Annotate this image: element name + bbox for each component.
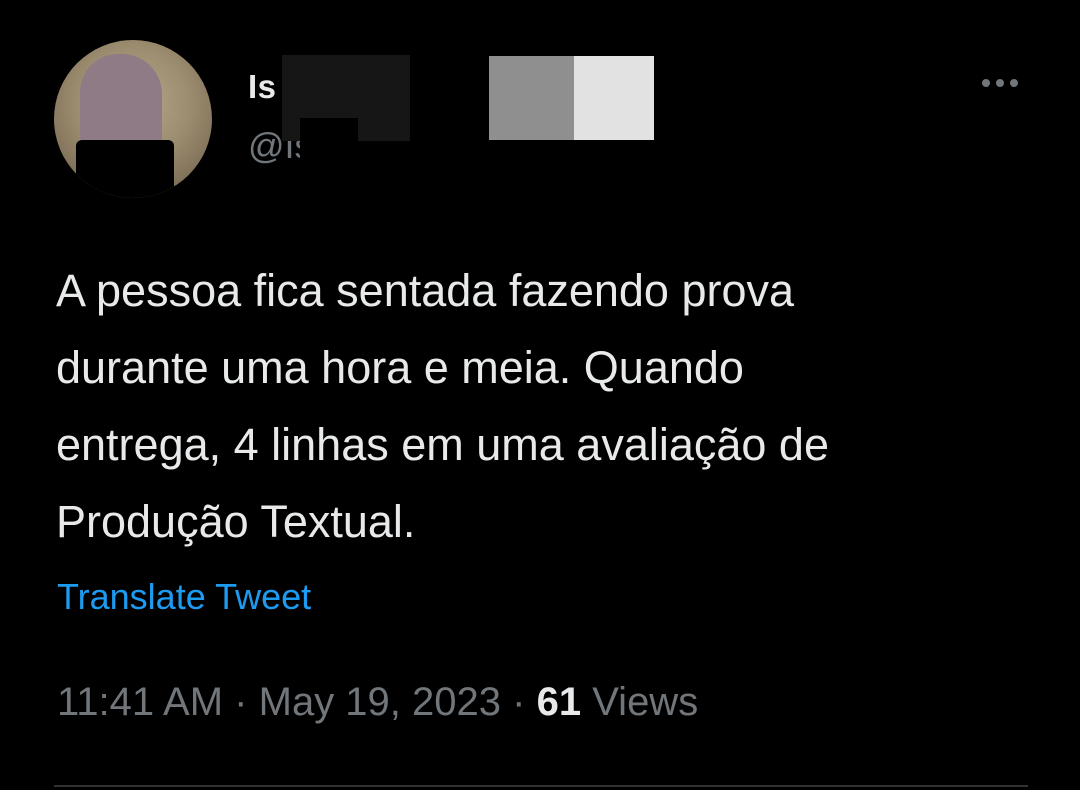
redaction-block-light	[574, 56, 654, 140]
avatar-redaction	[76, 140, 174, 198]
more-options-button[interactable]	[970, 66, 1030, 100]
views-label[interactable]: Views	[592, 680, 698, 724]
more-horizontal-icon	[996, 79, 1004, 87]
tweet-metadata: 11:41 AM · May 19, 2023 · 61 Views	[57, 680, 698, 725]
views-count[interactable]: 61	[537, 680, 582, 724]
redaction-block-grey	[489, 56, 575, 140]
more-horizontal-icon	[982, 79, 990, 87]
avatar[interactable]	[54, 40, 212, 198]
tweet-timestamp[interactable]: 11:41 AM	[57, 680, 223, 724]
tweet-date[interactable]: May 19, 2023	[259, 680, 501, 724]
tweet-card: Is @Is A pessoa fica sentada fazendo pro…	[0, 0, 1080, 790]
divider	[54, 785, 1028, 787]
author-display-name[interactable]: Is	[248, 68, 277, 106]
more-horizontal-icon	[1010, 79, 1018, 87]
tweet-text: A pessoa fica sentada fazendo prova dura…	[56, 265, 829, 547]
translate-tweet-link[interactable]: Translate Tweet	[57, 576, 311, 618]
meta-separator: ·	[234, 680, 248, 724]
avatar-blur	[80, 54, 162, 154]
handle-redaction	[300, 118, 358, 162]
meta-separator: ·	[512, 680, 526, 724]
